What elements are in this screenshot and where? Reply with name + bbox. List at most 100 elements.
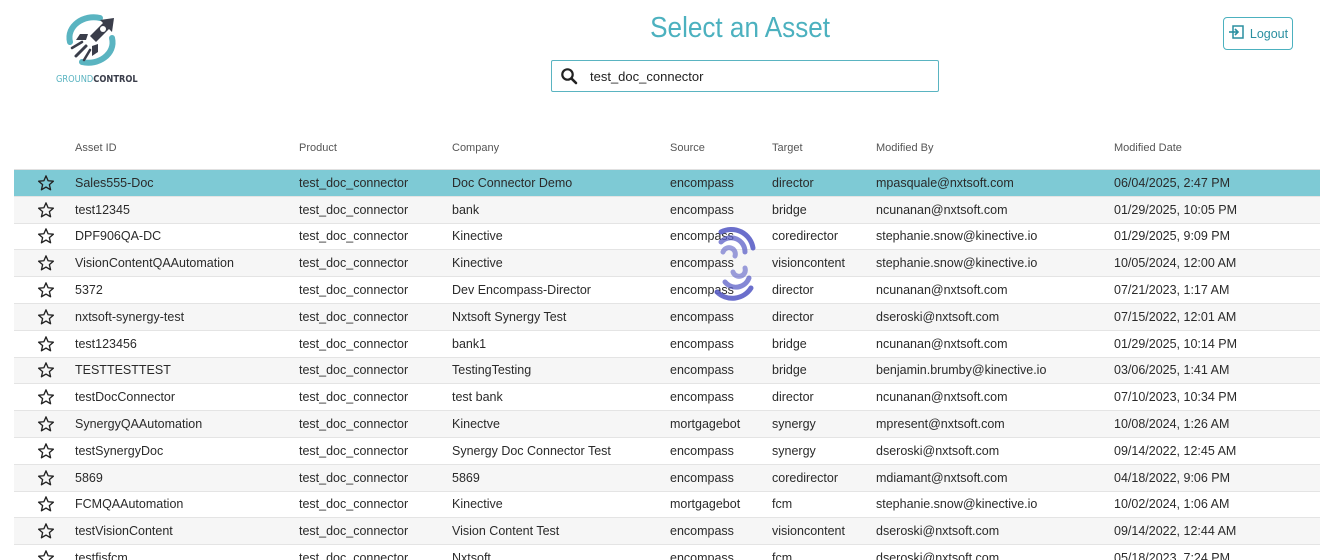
table-row[interactable]: testSynergyDoc test_doc_connector Synergy … <box>14 437 1320 465</box>
cell-modified-date: 01/29/2025, 9:09 PM <box>1114 229 1231 244</box>
table-row[interactable]: testVisionContent test_doc_connector Visio… <box>14 518 1320 546</box>
table-row[interactable]: testDocConnector test_doc_connector test b… <box>14 384 1320 412</box>
table-row[interactable]: testfisfcm test_doc_connector Nxtsoft encom… <box>14 545 1320 560</box>
cell-company: Synergy Doc Connector Test <box>452 443 611 458</box>
cell-product: test_doc_connector <box>299 363 409 378</box>
cell-product: test_doc_connector <box>299 202 409 217</box>
cell-product: test_doc_connector <box>299 417 409 432</box>
cell-company: Kinectve <box>452 417 500 432</box>
favorite-star-icon[interactable] <box>14 495 75 513</box>
column-header-target[interactable]: Target <box>772 142 876 154</box>
logo-wordmark: GROUNDCONTROL <box>56 74 138 85</box>
search-icon[interactable] <box>552 61 586 91</box>
table-row[interactable]: DPF906QA-DC test_doc_connector Kinective en… <box>14 223 1320 251</box>
column-header-source[interactable]: Source <box>670 142 772 154</box>
cell-source: encompass <box>670 202 734 217</box>
cell-product: test_doc_connector <box>299 470 409 485</box>
cell-modified-by: dseroski@nxtsoft.com <box>876 309 1000 324</box>
table-row[interactable]: SynergyQAAutomation test_doc_connector Kin… <box>14 411 1320 438</box>
table-row[interactable]: 5869 test_doc_connector 5869 encompass cored… <box>14 464 1320 492</box>
cell-asset-id: testDocConnector <box>75 390 176 405</box>
cell-source: encompass <box>670 524 734 539</box>
favorite-star-icon[interactable] <box>14 388 75 406</box>
cell-product: test_doc_connector <box>299 443 409 458</box>
favorite-star-icon[interactable] <box>14 281 75 299</box>
logout-button[interactable]: Logout <box>1223 17 1293 50</box>
cell-modified-by: ncunanan@nxtsoft.com <box>876 390 1008 405</box>
column-header-modified-date[interactable]: Modified Date <box>1114 142 1314 154</box>
cell-modified-date: 10/05/2024, 12:00 AM <box>1114 256 1237 271</box>
table-header: Asset ID Product Company Source Target M… <box>14 128 1320 168</box>
cell-product: test_doc_connector <box>299 497 409 512</box>
column-header-asset-id[interactable]: Asset ID <box>75 142 299 154</box>
cell-modified-by: ncunanan@nxtsoft.com <box>876 336 1008 351</box>
search-box[interactable] <box>551 60 939 92</box>
cell-product: test_doc_connector <box>299 336 409 351</box>
cell-target: director <box>772 175 814 190</box>
cell-source: encompass <box>670 363 734 378</box>
cell-company: Dev Encompass-Director <box>452 283 591 298</box>
search-input[interactable] <box>586 62 926 90</box>
cell-modified-by: ncunanan@nxtsoft.com <box>876 283 1008 298</box>
favorite-star-icon[interactable] <box>14 227 75 245</box>
favorite-star-icon[interactable] <box>14 415 75 433</box>
table-row[interactable]: TESTTESTTEST test_doc_connector TestingTes… <box>14 357 1320 385</box>
table-row[interactable]: Sales555-Doc test_doc_connector Doc Connec… <box>14 170 1320 197</box>
cell-source: mortgagebot <box>670 417 741 432</box>
cell-target: bridge <box>772 336 807 351</box>
logout-icon <box>1228 25 1244 42</box>
cell-asset-id: DPF906QA-DC <box>75 229 162 244</box>
cell-company: Nxtsoft <box>452 551 491 560</box>
cell-asset-id: nxtsoft-synergy-test <box>75 309 185 324</box>
cell-modified-by: dseroski@nxtsoft.com <box>876 443 1000 458</box>
cell-target: bridge <box>772 202 807 217</box>
cell-asset-id: FCMQAAutomation <box>75 497 184 512</box>
favorite-star-icon[interactable] <box>14 522 75 540</box>
cell-product: test_doc_connector <box>299 551 409 560</box>
cell-company: Kinective <box>452 256 503 271</box>
cell-asset-id: TESTTESTTEST <box>75 363 171 378</box>
cell-company: Kinective <box>452 229 503 244</box>
cell-modified-date: 05/18/2023, 7:24 PM <box>1114 551 1231 560</box>
table-row[interactable]: test123456 test_doc_connector bank1 encompa… <box>14 330 1320 358</box>
favorite-star-icon[interactable] <box>14 201 75 219</box>
favorite-star-icon[interactable] <box>14 442 75 460</box>
cell-target: director <box>772 309 814 324</box>
favorite-star-icon[interactable] <box>14 549 75 560</box>
cell-source: mortgagebot <box>670 497 741 512</box>
favorite-star-icon[interactable] <box>14 335 75 353</box>
cell-modified-by: dseroski@nxtsoft.com <box>876 524 1000 539</box>
cell-target: visioncontent <box>772 524 845 539</box>
cell-modified-date: 03/06/2025, 1:41 AM <box>1114 363 1230 378</box>
column-header-company[interactable]: Company <box>452 142 670 154</box>
cell-modified-by: stephanie.snow@kinective.io <box>876 229 1038 244</box>
table-row[interactable]: nxtsoft-synergy-test test_doc_connector Nx… <box>14 303 1320 331</box>
favorite-star-icon[interactable] <box>14 308 75 326</box>
favorite-star-icon[interactable] <box>14 361 75 379</box>
cell-modified-by: ncunanan@nxtsoft.com <box>876 202 1008 217</box>
table-row[interactable]: 5372 test_doc_connector Dev Encompass-Dire… <box>14 277 1320 304</box>
cell-company: Nxtsoft Synergy Test <box>452 309 567 324</box>
cell-product: test_doc_connector <box>299 229 409 244</box>
favorite-star-icon[interactable] <box>14 174 75 192</box>
cell-target: synergy <box>772 443 816 458</box>
cell-target: fcm <box>772 497 793 512</box>
table-row[interactable]: FCMQAAutomation test_doc_connector Kinecti… <box>14 491 1320 519</box>
cell-asset-id: testVisionContent <box>75 524 173 539</box>
table-body: Sales555-Doc test_doc_connector Doc Connec… <box>14 169 1320 560</box>
cell-asset-id: Sales555-Doc <box>75 175 154 190</box>
favorite-star-icon[interactable] <box>14 469 75 487</box>
column-header-modified-by[interactable]: Modified By <box>876 142 1114 154</box>
favorite-star-icon[interactable] <box>14 254 75 272</box>
table-row[interactable]: VisionContentQAAutomation test_doc_connec… <box>14 250 1320 278</box>
cell-asset-id: testfisfcm <box>75 551 128 560</box>
cell-target: coredirector <box>772 229 838 244</box>
column-header-product[interactable]: Product <box>299 142 452 154</box>
cell-asset-id: 5869 <box>75 470 103 485</box>
logout-label: Logout <box>1249 26 1289 41</box>
table-row[interactable]: test12345 test_doc_connector bank encompass… <box>14 196 1320 224</box>
loading-spinner-icon <box>714 226 756 301</box>
cell-asset-id: test123456 <box>75 336 137 351</box>
cell-modified-by: mdiamant@nxtsoft.com <box>876 470 1008 485</box>
cell-target: director <box>772 390 814 405</box>
